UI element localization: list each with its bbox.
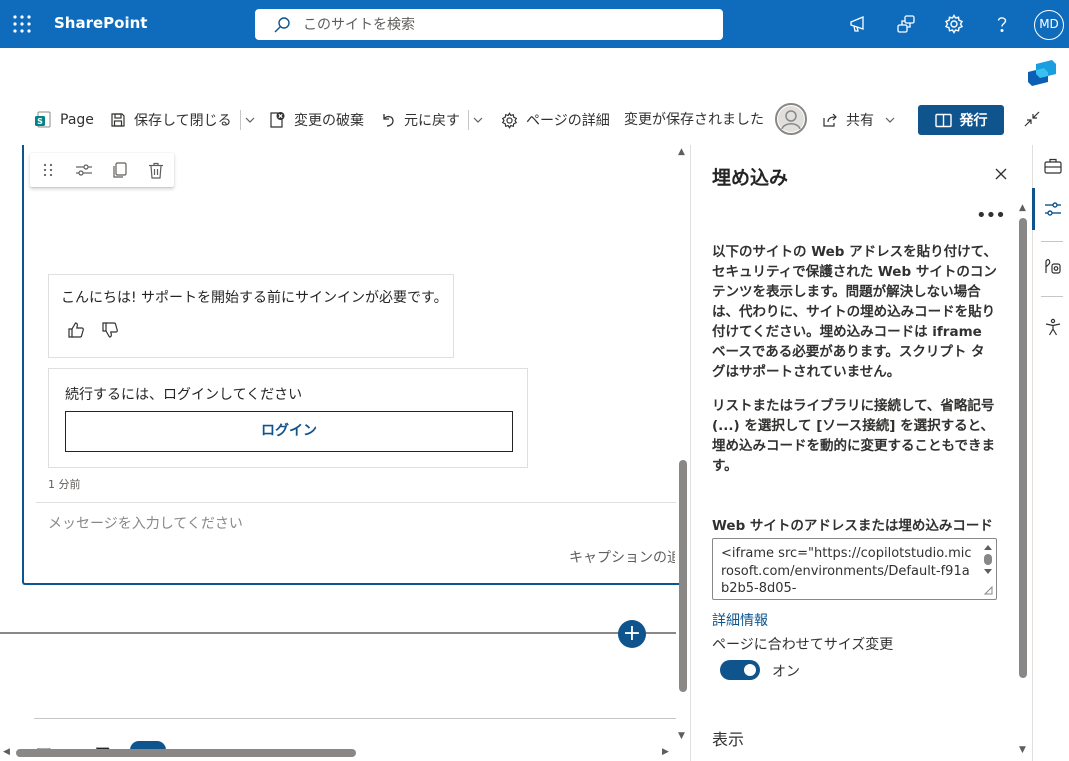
gear-icon: [501, 111, 518, 129]
page-menu-button[interactable]: S Page: [34, 100, 94, 140]
site-search[interactable]: [255, 9, 723, 40]
drag-handle-icon[interactable]: [40, 162, 56, 178]
chevron-down-icon[interactable]: [244, 113, 256, 127]
close-icon[interactable]: [994, 167, 1008, 181]
connections-icon[interactable]: [896, 14, 916, 34]
undo-button[interactable]: 元に戻す: [380, 100, 460, 140]
divider: [240, 110, 241, 130]
publish-button[interactable]: 発行: [918, 105, 1004, 135]
thumbs-up-icon[interactable]: [67, 321, 85, 339]
share-label: 共有: [846, 113, 874, 129]
pane-scroll-thumb[interactable]: [1019, 218, 1027, 678]
command-bar: S Page 保存して閉じる 変更の破棄 元に戻す ページの詳細 変更が保存され…: [0, 100, 1069, 140]
toggle-state-label: オン: [772, 664, 800, 680]
bot-message-text: こんにちは! サポートを開始する前にサインインが必要です。: [61, 290, 448, 306]
accessibility-icon[interactable]: [1044, 318, 1062, 336]
copilot-logo-icon[interactable]: [1026, 58, 1058, 88]
discard-changes-label: 変更の破棄: [294, 113, 364, 129]
suite-bar: SharePoint MD: [0, 0, 1069, 48]
caption-field[interactable]: キャプションの追加: [569, 547, 675, 567]
thumbs-down-icon[interactable]: [101, 321, 119, 339]
textarea-scrollbar[interactable]: [983, 543, 993, 595]
divider: [36, 502, 676, 503]
embed-code-label: Web サイトのアドレスまたは埋め込みコード: [712, 518, 993, 534]
login-card: 続行するには、ログインしてください ログイン: [48, 368, 528, 468]
search-icon: [273, 16, 291, 34]
megaphone-icon[interactable]: [848, 14, 868, 34]
chevron-down-icon[interactable]: [884, 113, 896, 127]
share-button[interactable]: 共有: [822, 100, 874, 140]
canvas-horizontal-scroll-thumb[interactable]: [16, 749, 356, 757]
scroll-down-arrow-icon[interactable]: ▼: [678, 731, 685, 741]
scroll-left-arrow-icon[interactable]: ◀: [3, 747, 10, 757]
publish-label: 発行: [959, 113, 988, 129]
share-icon: [822, 112, 838, 128]
page-label: Page: [60, 112, 94, 128]
resize-to-page-toggle[interactable]: [720, 660, 760, 680]
toolbox-icon[interactable]: [1044, 158, 1062, 174]
pane-description: 以下のサイトの Web アドレスを貼り付けて、セキュリティで保護された Web …: [712, 244, 997, 380]
app-launcher-icon[interactable]: [12, 14, 32, 34]
divider: [1041, 296, 1063, 297]
save-and-close-button[interactable]: 保存して閉じる: [110, 100, 232, 140]
embed-code-textarea[interactable]: <iframe src="https://copilotstudio.micro…: [712, 538, 997, 600]
add-section-button[interactable]: +: [618, 620, 646, 648]
design-ideas-icon[interactable]: [1044, 258, 1062, 275]
save-status: 変更が保存されました: [624, 112, 764, 128]
webpart-toolbar: [30, 153, 174, 187]
edit-properties-icon[interactable]: [75, 162, 93, 178]
coauthor-avatar[interactable]: [775, 103, 807, 135]
svg-text:S: S: [37, 117, 43, 126]
sharepoint-page-icon: S: [34, 111, 52, 129]
login-button[interactable]: ログイン: [65, 411, 513, 452]
undo-label: 元に戻す: [404, 113, 460, 129]
canvas-scroll-thumb[interactable]: [679, 460, 687, 692]
app-brand[interactable]: SharePoint: [54, 14, 147, 32]
display-section-heading[interactable]: 表示: [712, 726, 744, 750]
save-icon: [110, 112, 126, 128]
pane-scroll-down-icon[interactable]: ▼: [1019, 745, 1026, 755]
message-timestamp: 1 分前: [48, 478, 81, 491]
settings-gear-icon[interactable]: [944, 14, 964, 34]
divider: [1041, 241, 1063, 242]
toggle-knob: [744, 664, 756, 676]
discard-changes-button[interactable]: 変更の破棄: [268, 100, 364, 140]
discard-icon: [268, 111, 286, 129]
divider: [34, 718, 676, 719]
page-details-button[interactable]: ページの詳細: [501, 100, 610, 140]
help-icon[interactable]: [992, 14, 1012, 34]
property-pane: 埋め込み ••• 以下のサイトの Web アドレスを貼り付けて、セキュリティで保…: [690, 145, 1032, 761]
rail-active-indicator: [1032, 188, 1035, 230]
plus-icon: +: [622, 621, 642, 646]
pane-title: 埋め込み: [712, 167, 789, 189]
right-rail: [1032, 145, 1069, 761]
scroll-up-arrow-icon[interactable]: ▲: [678, 147, 685, 157]
section-divider: [0, 632, 676, 634]
duplicate-icon[interactable]: [112, 162, 128, 179]
divider: [468, 110, 469, 130]
message-input[interactable]: [48, 513, 648, 535]
pane-scroll-up-icon[interactable]: ▲: [1019, 203, 1026, 213]
more-options-icon[interactable]: •••: [976, 205, 1006, 226]
resize-to-page-label: ページに合わせてサイズ変更: [712, 637, 894, 653]
bot-message-card: こんにちは! サポートを開始する前にサインインが必要です。: [48, 274, 454, 358]
page-canvas: こんにちは! サポートを開始する前にサインインが必要です。 続行するには、ログイ…: [0, 145, 690, 761]
scroll-right-arrow-icon[interactable]: ▶: [662, 747, 669, 757]
properties-sliders-icon[interactable]: [1044, 201, 1062, 217]
more-info-link[interactable]: 詳細情報: [712, 610, 768, 630]
search-input[interactable]: [303, 9, 703, 40]
book-open-icon: [934, 113, 952, 128]
delete-trash-icon[interactable]: [148, 162, 164, 179]
save-and-close-label: 保存して閉じる: [134, 113, 232, 129]
account-avatar[interactable]: MD: [1034, 10, 1064, 40]
login-prompt: 続行するには、ログインしてください: [65, 387, 303, 403]
pane-description-connect: リストまたはライブラリに接続して、省略記号 (...) を選択して [ソース接続…: [712, 398, 995, 474]
page-details-label: ページの詳細: [526, 113, 610, 129]
undo-icon: [380, 112, 396, 128]
collapse-icon[interactable]: [1023, 110, 1041, 128]
chevron-down-icon[interactable]: [472, 113, 484, 127]
